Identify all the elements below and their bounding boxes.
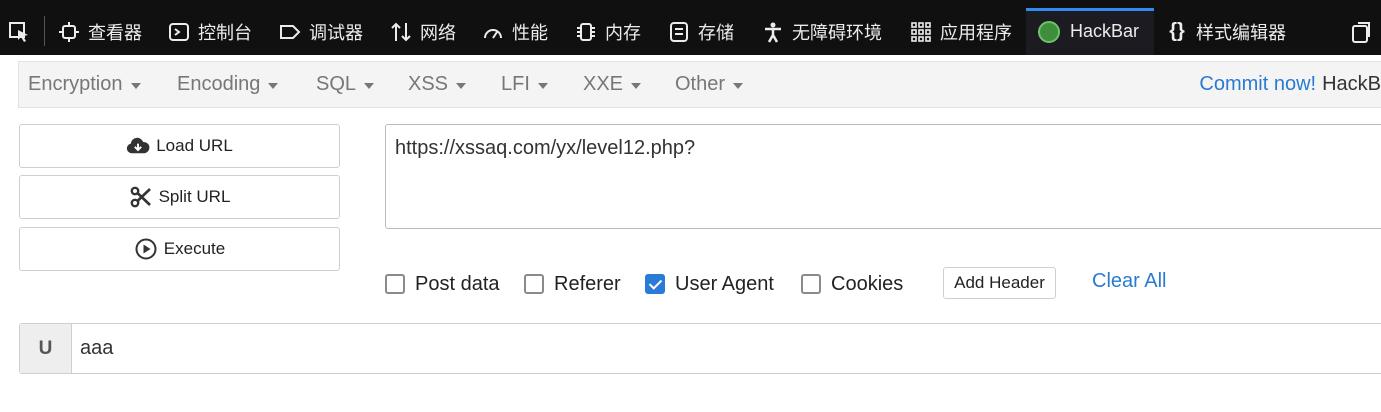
post-data-checkbox[interactable]: [385, 274, 405, 294]
console-icon: [168, 21, 190, 43]
performance-icon: [482, 21, 504, 43]
tab-hackbar[interactable]: HackBar: [1026, 8, 1154, 55]
user-agent-checkbox[interactable]: [645, 274, 665, 294]
menu-encryption[interactable]: Encryption: [28, 62, 141, 107]
cookies-label: Cookies: [831, 272, 904, 295]
tab-console[interactable]: 控制台: [168, 8, 252, 55]
tab-label: 应用程序: [940, 22, 1012, 43]
caret-down-icon: [733, 82, 744, 89]
hackbar-menubar: Encryption Encoding SQL XSS LFI XXE Othe…: [18, 61, 1381, 108]
tab-accessibility[interactable]: 无障碍环境: [762, 8, 882, 55]
inspector-icon: [58, 21, 80, 43]
user-agent-option[interactable]: User Agent: [645, 270, 774, 298]
tab-label: 调试器: [309, 22, 363, 43]
tab-label: 内存: [605, 22, 641, 43]
post-data-option[interactable]: Post data: [385, 270, 500, 298]
url-textarea[interactable]: https://xssaq.com/yx/level12.php?: [385, 124, 1381, 229]
tab-debugger[interactable]: 调试器: [279, 8, 363, 55]
tab-application[interactable]: 应用程序: [910, 8, 1012, 55]
style-editor-icon: {}: [1169, 20, 1185, 42]
caret-down-icon: [130, 82, 141, 89]
load-url-label: Load URL: [156, 136, 233, 155]
caret-down-icon: [268, 82, 279, 89]
tab-label: 性能: [512, 22, 548, 43]
network-icon: [390, 21, 412, 43]
tab-label: 存储: [698, 22, 734, 43]
menu-label: Encoding: [177, 73, 261, 95]
memory-icon: [575, 21, 597, 43]
debugger-icon: [279, 21, 301, 43]
menu-label: LFI: [501, 73, 530, 95]
execute-label: Execute: [163, 239, 226, 258]
toolbar-divider: [44, 16, 45, 46]
execute-button[interactable]: Execute: [19, 227, 340, 271]
hackbar-brand: HackB: [1322, 73, 1381, 95]
application-icon: [910, 21, 932, 43]
split-url-button[interactable]: Split URL: [19, 175, 340, 219]
split-url-label: Split URL: [158, 187, 231, 206]
tab-label: 网络: [420, 22, 456, 43]
menu-xss[interactable]: XSS: [408, 62, 467, 107]
cookies-option[interactable]: Cookies: [801, 270, 903, 298]
tab-label: HackBar: [1070, 21, 1140, 41]
header-value-input[interactable]: aaa: [80, 324, 113, 373]
tab-network[interactable]: 网络: [390, 8, 456, 55]
header-input-row: U aaa: [19, 323, 1381, 374]
menu-encoding[interactable]: Encoding: [177, 62, 279, 107]
tab-label: 样式编辑器: [1196, 22, 1286, 43]
dock-button[interactable]: [1350, 8, 1380, 55]
caret-down-icon: [537, 82, 548, 89]
menu-sql[interactable]: SQL: [316, 62, 375, 107]
menu-label: Other: [675, 73, 726, 95]
tab-label: 查看器: [88, 22, 142, 43]
element-picker-icon: [8, 21, 30, 43]
scissors-icon: [129, 185, 153, 209]
commit-now-link[interactable]: Commit now!: [1199, 73, 1316, 96]
menu-label: XXE: [583, 73, 624, 95]
tab-memory[interactable]: 内存: [575, 8, 641, 55]
caret-down-icon: [631, 82, 642, 89]
tab-storage[interactable]: 存储: [668, 8, 734, 55]
play-circle-icon: [134, 237, 158, 261]
devtools-toolbar: 查看器 控制台 调试器 网络 性能 内存 存储 无障碍环境 应用程序 HackB…: [0, 0, 1381, 55]
tab-style-editor[interactable]: {} 样式编辑器: [1166, 8, 1286, 55]
menu-label: SQL: [316, 73, 357, 95]
tab-performance[interactable]: 性能: [482, 8, 548, 55]
hackbar-icon: [1038, 20, 1060, 43]
load-url-button[interactable]: Load URL: [19, 124, 340, 168]
header-type-label: U: [20, 324, 72, 373]
dock-icon: [1350, 21, 1372, 43]
menu-label: XSS: [408, 73, 449, 95]
cookies-checkbox[interactable]: [801, 274, 821, 294]
storage-icon: [668, 21, 690, 43]
cloud-download-icon: [126, 134, 150, 158]
referer-option[interactable]: Referer: [524, 270, 621, 298]
tab-label: 控制台: [198, 22, 252, 43]
url-text: https://xssaq.com/yx/level12.php?: [395, 137, 696, 159]
menu-other[interactable]: Other: [675, 62, 744, 107]
user-agent-label: User Agent: [675, 272, 774, 295]
menu-lfi[interactable]: LFI: [501, 62, 548, 107]
add-header-button[interactable]: Add Header: [943, 267, 1056, 299]
accessibility-icon: [762, 21, 784, 43]
tab-inspector[interactable]: 查看器: [58, 8, 142, 55]
clear-all-link[interactable]: Clear All: [1092, 270, 1166, 293]
tab-label: 无障碍环境: [792, 22, 882, 43]
menu-label: Encryption: [28, 73, 123, 95]
referer-label: Referer: [554, 272, 621, 295]
menu-xxe[interactable]: XXE: [583, 62, 642, 107]
post-data-label: Post data: [415, 272, 500, 295]
commit-banner: Commit now! HackB: [1199, 62, 1381, 107]
element-picker-button[interactable]: [8, 8, 38, 55]
referer-checkbox[interactable]: [524, 274, 544, 294]
caret-down-icon: [456, 82, 467, 89]
caret-down-icon: [364, 82, 375, 89]
